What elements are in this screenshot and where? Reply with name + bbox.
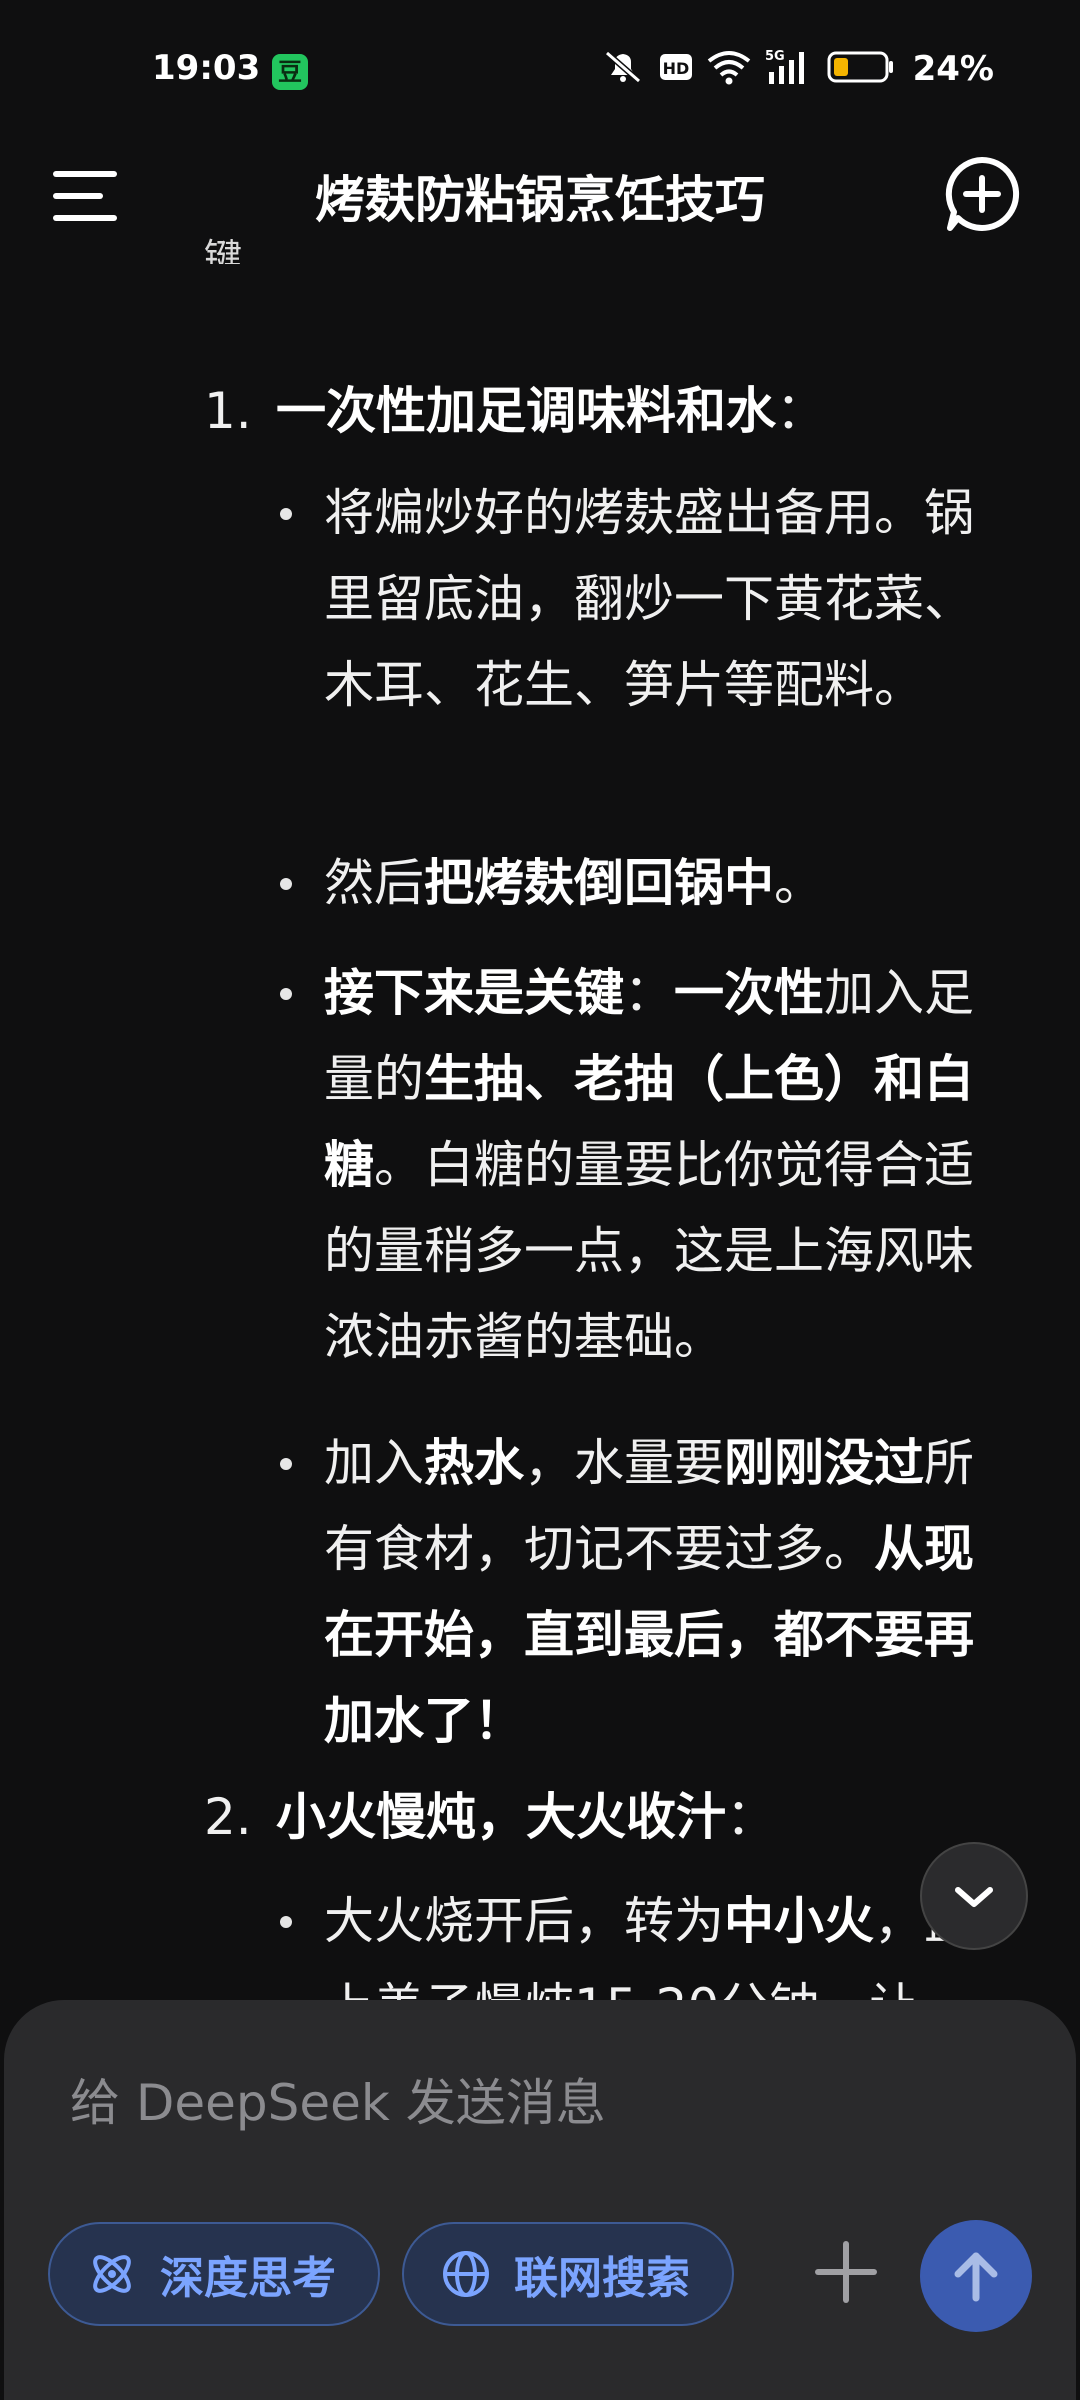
bullet-dot bbox=[280, 1458, 292, 1470]
list-item: 将煸炒好的烤麸盛出备用。锅里留底油，翻炒一下黄花菜、木耳、花生、笋片等配料。 bbox=[280, 470, 1024, 728]
screen: 19:03 豆 HD 5G 24% 烤麸防粘锅烹饪技巧 键 1. 一次性加足调味… bbox=[0, 0, 1080, 2400]
bullet-text: 大火烧开后，转为中小火，盖上盖子慢炖15-20分钟，让 bbox=[324, 1878, 1004, 2008]
text-segment: 一次性 bbox=[674, 964, 824, 1022]
web-search-label: 联网搜索 bbox=[514, 2253, 690, 2304]
clipped-text: 键 bbox=[204, 238, 243, 264]
text-segment: 热水 bbox=[424, 1434, 524, 1492]
text-segment: 。 bbox=[774, 854, 824, 912]
item-number: 2. bbox=[204, 1788, 252, 1846]
send-button[interactable] bbox=[920, 2220, 1032, 2332]
chevron-down-icon bbox=[955, 1887, 993, 1907]
item-heading: 小火慢炖，大火收汁： bbox=[276, 1788, 776, 1846]
list-item: 接下来是关键：一次性加入足量的生抽、老抽（上色）和白糖。白糖的量要比你觉得合适的… bbox=[280, 950, 1024, 1380]
list-item: 然后把烤麸倒回锅中。 bbox=[280, 840, 1024, 926]
bullet-text: 将煸炒好的烤麸盛出备用。锅里留底油，翻炒一下黄花菜、木耳、花生、笋片等配料。 bbox=[324, 470, 1004, 728]
bullet-text: 接下来是关键：一次性加入足量的生抽、老抽（上色）和白糖。白糖的量要比你觉得合适的… bbox=[324, 950, 1004, 1380]
mute-icon bbox=[601, 49, 645, 89]
scroll-to-bottom-button[interactable] bbox=[920, 1842, 1028, 1950]
deep-think-toggle[interactable]: 深度思考 bbox=[48, 2222, 380, 2326]
bullet-dot bbox=[280, 988, 292, 1000]
network-label: 5G bbox=[765, 49, 785, 64]
item-heading: 一次性加足调味料和水： bbox=[276, 382, 826, 440]
plus-icon bbox=[815, 2241, 877, 2303]
battery-icon bbox=[827, 49, 895, 89]
new-chat-icon bbox=[945, 156, 1020, 231]
app-notification-badge: 豆 bbox=[272, 54, 308, 90]
new-chat-button[interactable] bbox=[942, 154, 1022, 234]
wifi-icon bbox=[707, 49, 751, 89]
message-content: 键 1. 一次性加足调味料和水： 将煸炒好的烤麸盛出备用。锅里留底油，翻炒一下黄… bbox=[0, 238, 1080, 2008]
composer-panel: 深度思考 联网搜索 bbox=[4, 2000, 1076, 2400]
deep-think-label: 深度思考 bbox=[160, 2253, 336, 2304]
message-input[interactable] bbox=[68, 2062, 972, 2144]
page-title: 烤麸防粘锅烹饪技巧 bbox=[315, 171, 765, 229]
text-segment: ： bbox=[624, 964, 674, 1022]
bullet-dot bbox=[280, 878, 292, 890]
list-item: 大火烧开后，转为中小火，盖上盖子慢炖15-20分钟，让 bbox=[280, 1878, 1024, 2008]
text-segment: 。白糖的量要比你觉得合适的量稍多一点，这是上海风味浓油赤酱的基础。 bbox=[324, 1136, 974, 1366]
text-segment: ，水量要 bbox=[524, 1434, 724, 1492]
text-segment: 大火烧开后，转为 bbox=[324, 1892, 724, 1950]
text-segment: 将煸炒好的烤麸盛出备用。锅里留底油，翻炒一下黄花菜、木耳、花生、笋片等配料。 bbox=[324, 484, 974, 714]
attach-button[interactable] bbox=[804, 2230, 888, 2314]
bullet-dot bbox=[280, 1916, 292, 1928]
text-segment: 中小火 bbox=[724, 1892, 874, 1950]
text-segment: 把烤麸倒回锅中 bbox=[424, 854, 774, 912]
text-segment: 然后 bbox=[324, 854, 424, 912]
text-segment: 加入 bbox=[324, 1434, 424, 1492]
battery-percentage: 24% bbox=[912, 49, 994, 89]
text-segment: 接下来是关键 bbox=[324, 964, 624, 1022]
list-item: 加入热水，水量要刚刚没过所有食材，切记不要过多。从现在开始，直到最后，都不要再加… bbox=[280, 1420, 1024, 1764]
bullet-text: 然后把烤麸倒回锅中。 bbox=[324, 840, 1004, 926]
signal-5g-icon: 5G bbox=[765, 48, 813, 90]
arrow-up-icon bbox=[954, 2252, 998, 2302]
status-icons: HD 5G 24% bbox=[601, 48, 994, 90]
web-search-toggle[interactable]: 联网搜索 bbox=[402, 2222, 734, 2326]
atom-icon bbox=[86, 2248, 138, 2300]
status-bar: 19:03 豆 HD 5G 24% bbox=[0, 0, 1080, 140]
status-time: 19:03 bbox=[152, 48, 261, 88]
text-segment: 刚刚没过 bbox=[724, 1434, 924, 1492]
bullet-dot bbox=[280, 508, 292, 520]
bullet-text: 加入热水，水量要刚刚没过所有食材，切记不要过多。从现在开始，直到最后，都不要再加… bbox=[324, 1420, 1004, 1764]
hd-icon: HD bbox=[659, 51, 693, 87]
svg-text:HD: HD bbox=[662, 59, 689, 78]
globe-icon bbox=[440, 2248, 492, 2300]
item-number: 1. bbox=[204, 382, 252, 440]
